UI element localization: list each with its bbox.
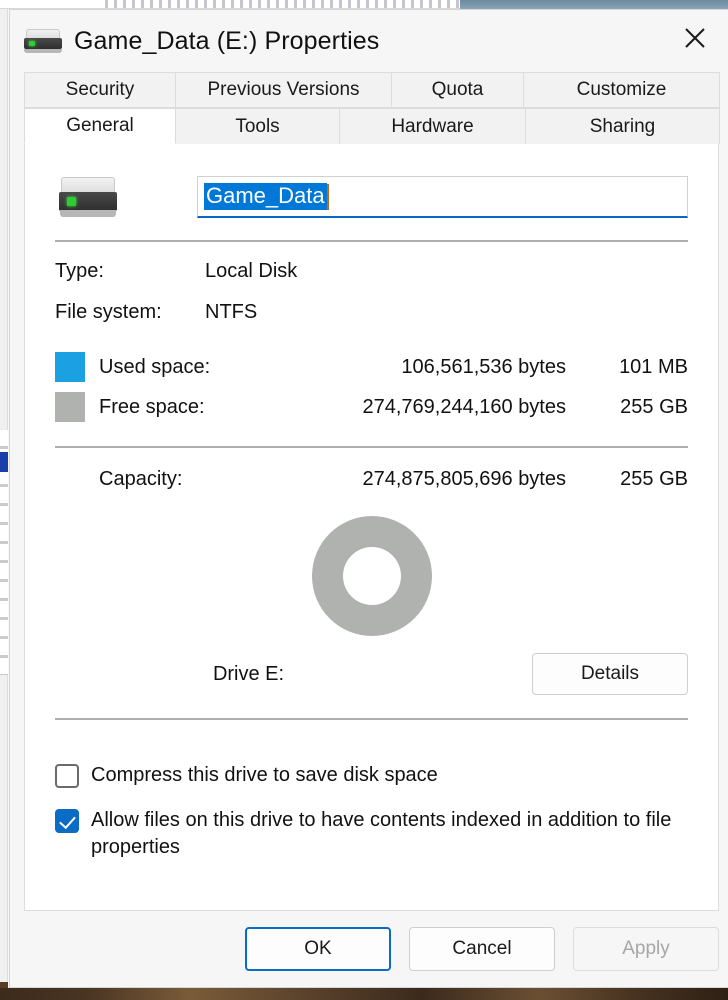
options-section: Compress this drive to save disk space A… (55, 762, 688, 861)
cancel-button[interactable]: Cancel (409, 927, 555, 971)
index-contents-option[interactable]: Allow files on this drive to have conten… (55, 807, 688, 861)
free-space-bytes: 274,769,244,160 bytes (362, 395, 566, 418)
free-space-label: Free space: (99, 395, 205, 418)
type-value: Local Disk (205, 260, 298, 282)
general-tab-panel: Game_Data Type: Local Disk File system: … (24, 144, 719, 911)
dialog-footer: OK Cancel Apply (10, 911, 728, 987)
cancel-button-label: Cancel (452, 938, 512, 959)
capacity-row: Capacity: 274,875,805,696 bytes 255 GB (55, 462, 688, 496)
disk-usage-donut (311, 516, 432, 636)
apply-button-label: Apply (622, 938, 670, 959)
free-space-row: Free space: 274,769,244,160 bytes 255 GB (55, 390, 688, 424)
tab-tools[interactable]: Tools (176, 108, 340, 144)
tab-hardware[interactable]: Hardware (340, 108, 526, 144)
tab-general[interactable]: General (24, 108, 176, 144)
compress-drive-option[interactable]: Compress this drive to save disk space (55, 762, 688, 789)
space-usage-block: Used space: 106,561,536 bytes 101 MB Fre… (55, 350, 688, 424)
tab-sharing[interactable]: Sharing (526, 108, 720, 144)
disk-usage-chart (55, 510, 688, 642)
divider-capacity (55, 446, 688, 448)
tab-customize-label: Customize (576, 79, 667, 100)
drive-properties-dialog: Game_Data (E:) Properties Security Previ… (9, 9, 728, 988)
divider-bottom (55, 718, 688, 720)
volume-label-input[interactable]: Game_Data (197, 176, 688, 218)
volume-label-row: Game_Data (55, 144, 688, 218)
details-button-label: Details (580, 663, 640, 684)
used-space-color-swatch (55, 352, 85, 382)
tab-row-primary: General Tools Hardware Sharing (24, 108, 720, 144)
info-row-file-system: File system: NTFS (55, 301, 688, 324)
title-bar: Game_Data (E:) Properties (10, 10, 728, 72)
close-icon (685, 28, 705, 48)
compress-drive-checkbox[interactable] (55, 764, 79, 788)
desktop-wallpaper-bottom (0, 988, 728, 1000)
tab-hardware-label: Hardware (391, 115, 474, 137)
file-system-value: NTFS (205, 301, 258, 323)
compress-drive-label: Compress this drive to save disk space (91, 764, 438, 786)
background-explorer-selected-row (0, 452, 8, 472)
tab-previous-versions[interactable]: Previous Versions (176, 72, 392, 108)
details-button[interactable]: Details (532, 653, 688, 695)
ok-button[interactable]: OK (245, 927, 391, 971)
tab-strip: Security Previous Versions Quota Customi… (10, 72, 728, 144)
drive-footer-row: Drive E: Details (55, 652, 688, 696)
text-caret (326, 183, 329, 210)
ok-button-label: OK (304, 938, 332, 959)
hard-drive-large-icon (59, 177, 117, 217)
divider-top (55, 240, 688, 242)
free-space-human: 255 GB (620, 395, 688, 418)
tab-quota-label: Quota (431, 79, 484, 100)
drive-letter-label: Drive E: (212, 662, 285, 685)
tab-tools-label: Tools (235, 115, 280, 137)
tab-security[interactable]: Security (24, 72, 176, 108)
background-window-toolbar-text (105, 0, 485, 8)
used-space-bytes: 106,561,536 bytes (401, 355, 566, 378)
hard-drive-icon (24, 29, 62, 53)
capacity-human: 255 GB (620, 467, 688, 490)
window-title: Game_Data (E:) Properties (74, 26, 380, 55)
tab-general-label: General (66, 115, 134, 136)
index-contents-label: Allow files on this drive to have conten… (91, 809, 672, 858)
tab-sharing-label: Sharing (589, 115, 656, 137)
capacity-bytes: 274,875,805,696 bytes (362, 467, 566, 490)
tab-row-secondary: Security Previous Versions Quota Customi… (24, 72, 720, 108)
file-system-label: File system: (55, 301, 162, 323)
apply-button: Apply (573, 927, 719, 971)
close-button[interactable] (662, 10, 728, 66)
volume-label-value: Game_Data (204, 182, 327, 211)
donut-hole (342, 547, 401, 605)
type-label: Type: (55, 260, 104, 282)
used-space-human: 101 MB (619, 355, 688, 378)
tab-customize[interactable]: Customize (524, 72, 720, 108)
used-space-row: Used space: 106,561,536 bytes 101 MB (55, 350, 688, 384)
free-space-color-swatch (55, 392, 85, 422)
info-row-type: Type: Local Disk (55, 260, 688, 283)
tab-previous-versions-label: Previous Versions (207, 79, 360, 100)
capacity-label: Capacity: (99, 467, 183, 490)
tab-security-label: Security (65, 79, 135, 100)
used-space-label: Used space: (99, 355, 211, 378)
tab-quota[interactable]: Quota (392, 72, 524, 108)
index-contents-checkbox[interactable] (55, 809, 79, 833)
